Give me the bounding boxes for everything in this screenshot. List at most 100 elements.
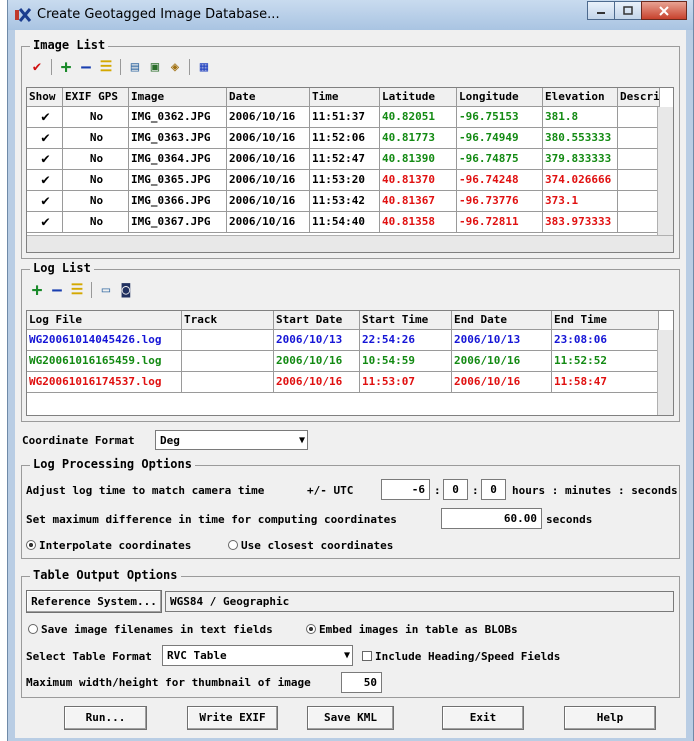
longitude-cell: -96.73776 [457,191,543,212]
table-row[interactable]: WG20061014045426.log 2006/10/13 22:54:26 20… [27,330,659,351]
date-cell: 2006/10/16 [227,149,310,170]
table-row[interactable]: ✔ No IMG_0364.JPG 2006/10/16 11:52:47 40.8139… [27,149,660,170]
time-cell: 11:53:42 [310,191,380,212]
log-list-group: Log List + − ☰ ▭ ◙ Log File Track Start … [21,261,680,422]
utc-hours-input[interactable]: -6 [381,479,430,500]
show-cell[interactable]: ✔ [27,149,63,170]
log-list-title: Log List [30,261,94,275]
interpolate-label: Interpolate coordinates [39,539,192,552]
log-table-vscroll[interactable] [657,330,673,415]
col-header-show[interactable]: Show [27,88,63,107]
image-icon[interactable]: ▣ [146,58,164,76]
col-header-longitude[interactable]: Longitude [457,88,543,107]
table-row[interactable]: ✔ No IMG_0365.JPG 2006/10/16 11:53:20 40.8137… [27,170,660,191]
clear-log-icon[interactable]: ☰ [68,281,86,299]
dialog-window: Create Geotagged Image Database... Image… [7,0,694,741]
table-format-select[interactable]: RVC Table ▼ [162,645,353,666]
interpolate-radio[interactable] [26,540,36,550]
col-header-log-file[interactable]: Log File [27,311,182,330]
save-filenames-option[interactable]: Save image filenames in text fields [28,623,273,636]
interpolate-option[interactable]: Interpolate coordinates [26,539,191,552]
table-row[interactable]: WG20061016174537.log 2006/10/16 11:53:07 20… [27,372,659,393]
find-icon[interactable]: ◙ [117,281,135,299]
date-cell: 2006/10/16 [227,128,310,149]
show-cell[interactable]: ✔ [27,212,63,233]
embed-blobs-option[interactable]: Embed images in table as BLOBs [306,623,518,636]
latitude-cell: 40.81358 [380,212,457,233]
latitude-cell: 40.81390 [380,149,457,170]
image-table-vscroll[interactable] [657,107,673,235]
start-date-cell: 2006/10/16 [274,372,360,393]
image-table[interactable]: Show EXIF GPS Image Date Time Latitude L… [26,87,674,253]
maximize-button[interactable] [614,1,642,20]
add-log-icon[interactable]: + [28,280,46,301]
utc-minutes-input[interactable]: 0 [443,479,468,500]
list-icon[interactable]: ▤ [126,58,144,76]
col-header-start-date[interactable]: Start Date [274,311,360,330]
track-cell [182,351,274,372]
exit-button[interactable]: Exit [442,706,524,730]
col-header-track[interactable]: Track [182,311,274,330]
heading-speed-option[interactable]: Include Heading/Speed Fields [362,650,560,663]
table-row[interactable]: ✔ No IMG_0366.JPG 2006/10/16 11:53:42 40.8136… [27,191,660,212]
utc-seconds-input[interactable]: 0 [481,479,506,500]
image-table-hscroll[interactable] [27,235,673,252]
elevation-cell: 381.8 [543,107,618,128]
help-button[interactable]: Help [564,706,656,730]
show-cell[interactable]: ✔ [27,170,63,191]
remove-log-icon[interactable]: − [48,280,66,301]
table-row[interactable]: ✔ No IMG_0362.JPG 2006/10/16 11:51:37 40.8205… [27,107,660,128]
table-row[interactable]: ✔ No IMG_0367.JPG 2006/10/16 11:54:40 40.8135… [27,212,660,233]
embed-blobs-radio[interactable] [306,624,316,634]
log-file-cell: WG20061016165459.log [27,351,182,372]
col-header-end-date[interactable]: End Date [452,311,552,330]
col-header-time[interactable]: Time [310,88,380,107]
title-bar[interactable]: Create Geotagged Image Database... [8,0,693,30]
max-difference-input[interactable]: 60.00 [441,508,542,529]
run-button[interactable]: Run... [64,706,147,730]
coordinate-format-select[interactable]: Deg ▼ [155,430,308,450]
col-header-start-time[interactable]: Start Time [360,311,452,330]
reference-system-button[interactable]: Reference System... [26,590,162,613]
close-button[interactable] [641,1,687,20]
show-cell[interactable]: ✔ [27,107,63,128]
longitude-cell: -96.74875 [457,149,543,170]
toolbar-separator [91,282,92,298]
closest-radio[interactable] [228,540,238,550]
col-header-image[interactable]: Image [129,88,227,107]
save-filenames-radio[interactable] [28,624,38,634]
col-header-date[interactable]: Date [227,88,310,107]
minimize-icon [597,11,605,14]
col-header-end-time[interactable]: End Time [552,311,659,330]
add-icon[interactable]: + [57,57,75,78]
col-header-latitude[interactable]: Latitude [380,88,457,107]
save-kml-button[interactable]: Save KML [307,706,394,730]
table-row[interactable]: WG20061016165459.log 2006/10/16 10:54:59 20… [27,351,659,372]
col-header-elevation[interactable]: Elevation [543,88,618,107]
tag-icon[interactable]: ◈ [166,58,184,76]
checkmark-icon[interactable]: ✔ [28,58,46,76]
col-header-description[interactable]: Descri [618,88,660,107]
exif-gps-cell: No [63,212,129,233]
log-table[interactable]: Log File Track Start Date Start Time End… [26,310,674,416]
export-icon[interactable]: ▦ [195,58,213,76]
clear-icon[interactable]: ☰ [97,58,115,76]
table-format-label: Select Table Format [26,650,152,663]
table-row[interactable]: ✔ No IMG_0363.JPG 2006/10/16 11:52:06 40.8177… [27,128,660,149]
toolbar-separator [120,59,121,75]
max-difference-label: Set maximum difference in time for compu… [26,513,397,526]
show-cell[interactable]: ✔ [27,191,63,212]
longitude-cell: -96.74248 [457,170,543,191]
remove-icon[interactable]: − [77,57,95,78]
view-log-icon[interactable]: ▭ [97,281,115,299]
closest-option[interactable]: Use closest coordinates [228,539,393,552]
thumbnail-size-input[interactable]: 50 [341,672,382,693]
log-table-header: Log File Track Start Date Start Time End… [27,311,659,330]
col-header-exif-gps[interactable]: EXIF GPS [63,88,129,107]
heading-speed-checkbox[interactable] [362,651,372,661]
show-cell[interactable]: ✔ [27,128,63,149]
write-exif-button[interactable]: Write EXIF [187,706,278,730]
dropdown-arrow-icon: ▼ [343,650,350,661]
minimize-button[interactable] [587,1,615,20]
thumbnail-size-label: Maximum width/height for thumbnail of im… [26,676,311,689]
